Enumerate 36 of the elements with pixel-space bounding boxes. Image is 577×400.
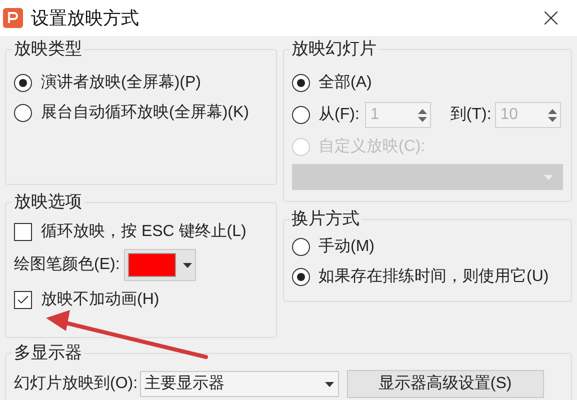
monitor-label: 幻灯片放映到(O):	[14, 374, 138, 394]
radio-button[interactable]	[14, 104, 32, 122]
radio-button[interactable]	[292, 106, 310, 124]
radio-button[interactable]	[292, 74, 310, 92]
option-label: 演讲者放映(全屏幕)(P)	[41, 72, 201, 93]
option-label: 展台自动循环放映(全屏幕)(K)	[41, 102, 249, 123]
checkbox[interactable]	[14, 223, 32, 241]
dropdown-arrow-icon	[544, 174, 553, 180]
group-title: 放映选项	[13, 191, 83, 213]
checkbox[interactable]	[14, 291, 32, 309]
window-title: 设置放映方式	[31, 6, 139, 30]
option-label: 循环放映，按 ESC 键终止(L)	[41, 222, 246, 242]
to-label: 到(T):	[450, 105, 492, 125]
option-label: 从(F):	[318, 104, 360, 125]
app-logo-icon	[3, 8, 23, 28]
radio-button[interactable]	[292, 268, 310, 286]
option-label: 如果存在排练时间，则使用它(U)	[318, 266, 549, 287]
group-title: 多显示器	[13, 342, 83, 364]
radio-button[interactable]	[292, 238, 310, 256]
group-title: 放映幻灯片	[290, 38, 378, 60]
advanced-settings-button[interactable]: 显示器高级设置(S)	[346, 370, 544, 398]
down-arrow-icon[interactable]	[418, 116, 427, 122]
color-picker[interactable]	[124, 249, 196, 281]
dropdown-arrow-icon	[324, 382, 334, 386]
group-title: 换片方式	[290, 208, 361, 230]
up-arrow-icon[interactable]	[418, 108, 427, 114]
down-arrow-icon[interactable]	[548, 116, 557, 122]
dropdown-arrow-icon	[182, 262, 192, 268]
up-arrow-icon[interactable]	[548, 108, 557, 114]
group-title: 放映类型	[13, 38, 83, 60]
monitor-dropdown[interactable]: 主要显示器	[140, 371, 339, 397]
option-label: 手动(M)	[318, 236, 374, 257]
option-label: 全部(A)	[318, 72, 372, 93]
radio-button[interactable]	[14, 74, 32, 92]
option-label: 放映不加动画(H)	[41, 290, 160, 310]
pen-color-label: 绘图笔颜色(E):	[14, 254, 120, 275]
